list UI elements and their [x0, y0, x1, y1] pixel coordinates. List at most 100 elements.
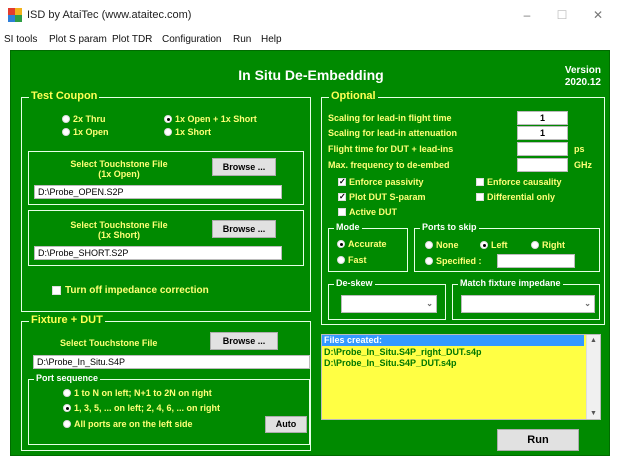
open-file-label: Select Touchstone File	[70, 159, 168, 169]
menu-plot-s-param[interactable]: Plot S param	[49, 34, 107, 45]
radio-dot-selected	[480, 241, 488, 249]
fixture-file-path[interactable]: D:\Probe_In_Situ.S4P	[33, 355, 310, 369]
enforce-causality-checkbox[interactable]: Enforce causality	[476, 177, 562, 187]
version-label: Version 2020.12	[565, 65, 601, 89]
radio-port-1-to-n[interactable]: 1 to N on left; N+1 to 2N on right	[63, 388, 212, 398]
max-freq-label: Max. frequency to de-embed	[328, 160, 450, 170]
open-file-path[interactable]: D:\Probe_OPEN.S2P	[34, 185, 282, 199]
menu-bar: SI tools Plot S param Plot TDR Configura…	[0, 30, 620, 50]
menu-help[interactable]: Help	[261, 34, 282, 45]
radio-dot	[63, 389, 71, 397]
enforce-passivity-checkbox[interactable]: Enforce passivity	[338, 177, 424, 187]
radio-dot-selected	[164, 115, 172, 123]
short-file-sublabel: (1x Short)	[97, 230, 140, 240]
short-file-path[interactable]: D:\Probe_SHORT.S2P	[34, 246, 282, 260]
flight-time-input[interactable]	[517, 142, 568, 156]
checkbox-box-checked	[338, 178, 346, 186]
deskew-value: None	[370, 299, 394, 309]
checkbox-box-checked	[338, 193, 346, 201]
minimize-button[interactable]: –	[512, 4, 542, 26]
fixture-dut-group: Fixture + DUT Select Touchstone File Bro…	[21, 314, 311, 451]
turn-off-impedance-checkbox[interactable]: Turn off impedance correction	[52, 285, 209, 296]
menu-configuration[interactable]: Configuration	[162, 34, 221, 45]
deskew-group: De-skew None ⌄	[328, 278, 446, 320]
scaling-flight-label: Scaling for lead-in flight time	[328, 113, 452, 123]
flight-time-label: Flight time for DUT + lead-ins	[328, 144, 454, 154]
ports-to-skip-group: Ports to skip None Left Right Specified …	[414, 222, 600, 272]
radio-1x-short[interactable]: 1x Short	[164, 127, 211, 137]
checkbox-box	[338, 208, 346, 216]
deskew-label: De-skew	[334, 278, 375, 288]
radio-mode-fast[interactable]: Fast	[337, 255, 367, 265]
fixture-file-label: Select Touchstone File	[60, 338, 158, 348]
browse-fixture-button[interactable]: Browse ...	[210, 332, 278, 350]
checkbox-box	[476, 193, 484, 201]
match-impedance-select[interactable]: DIFF + COMM + SE ⌄	[461, 295, 595, 313]
short-file-group: Select Touchstone File (1x Short) Browse…	[28, 210, 304, 266]
chevron-down-icon: ⌄	[426, 299, 433, 308]
radio-dot-selected	[63, 404, 71, 412]
radio-1x-open-1x-short[interactable]: 1x Open + 1x Short	[164, 114, 257, 124]
list-item[interactable]: D:\Probe_In_Situ.S4P_right_DUT.s4p	[324, 347, 482, 357]
menu-si-tools[interactable]: SI tools	[4, 34, 37, 45]
scroll-up-icon[interactable]: ▲	[590, 337, 597, 344]
radio-port-odd-even[interactable]: 1, 3, 5, ... on left; 2, 4, 6, ... on ri…	[63, 403, 220, 413]
scroll-down-icon[interactable]: ▼	[590, 410, 597, 417]
ports-skip-input[interactable]	[497, 254, 575, 268]
radio-mode-accurate[interactable]: Accurate	[337, 239, 387, 249]
menu-plot-tdr[interactable]: Plot TDR	[112, 34, 152, 45]
test-coupon-group: Test Coupon 2x Thru 1x Open + 1x Short 1…	[21, 90, 311, 312]
close-button[interactable]: ✕	[583, 4, 613, 26]
max-freq-input[interactable]	[517, 158, 568, 172]
radio-dot	[62, 115, 70, 123]
auto-button[interactable]: Auto	[265, 416, 307, 433]
window-title: ISD by AtaiTec (www.ataitec.com)	[27, 9, 192, 21]
run-button[interactable]: Run	[497, 429, 579, 451]
plot-dut-checkbox[interactable]: Plot DUT S-param	[338, 192, 426, 202]
scaling-flight-input[interactable]: 1	[517, 111, 568, 125]
list-item[interactable]: D:\Probe_In_Situ.S4P_DUT.s4p	[324, 358, 457, 368]
radio-2x-thru[interactable]: 2x Thru	[62, 114, 106, 124]
version-caption: Version	[564, 65, 601, 76]
scaling-atten-input[interactable]: 1	[517, 126, 568, 140]
app-title: In Situ De-Embedding	[238, 67, 384, 83]
title-bar: ISD by AtaiTec (www.ataitec.com) – ☐ ✕	[0, 0, 620, 30]
radio-1x-open[interactable]: 1x Open	[62, 127, 109, 137]
chevron-down-icon: ⌄	[584, 299, 591, 308]
max-freq-unit: GHz	[574, 160, 592, 170]
radio-dot	[425, 241, 433, 249]
radio-dot	[62, 128, 70, 136]
mode-label: Mode	[334, 222, 362, 232]
maximize-button[interactable]: ☐	[547, 4, 577, 26]
fixture-dut-label: Fixture + DUT	[29, 314, 105, 326]
radio-skip-specified[interactable]: Specified :	[425, 256, 482, 266]
radio-dot	[531, 241, 539, 249]
differential-only-checkbox[interactable]: Differential only	[476, 192, 555, 202]
radio-port-all-left[interactable]: All ports are on the left side	[63, 419, 193, 429]
browse-short-button[interactable]: Browse ...	[212, 220, 276, 238]
checkbox-box	[52, 286, 61, 295]
files-created-list[interactable]: Files created: D:\Probe_In_Situ.S4P_righ…	[321, 334, 601, 420]
radio-dot	[425, 257, 433, 265]
active-dut-checkbox[interactable]: Active DUT	[338, 207, 397, 217]
menu-run[interactable]: Run	[233, 34, 251, 45]
app-logo-icon	[8, 8, 22, 22]
port-sequence-group: Port sequence 1 to N on left; N+1 to 2N …	[28, 373, 310, 445]
match-impedance-value: DIFF + COMM + SE	[480, 299, 562, 309]
radio-skip-none[interactable]: None	[425, 240, 459, 250]
test-coupon-label: Test Coupon	[29, 90, 100, 102]
optional-group: Optional Scaling for lead-in flight time…	[321, 90, 605, 325]
flight-time-unit: ps	[574, 144, 585, 154]
radio-skip-left[interactable]: Left	[480, 240, 508, 250]
optional-label: Optional	[329, 90, 378, 102]
scaling-atten-label: Scaling for lead-in attenuation	[328, 128, 458, 138]
list-scrollbar[interactable]: ▲ ▼	[586, 335, 600, 419]
browse-open-button[interactable]: Browse ...	[212, 158, 276, 176]
deskew-select[interactable]: None ⌄	[341, 295, 437, 313]
files-header-row[interactable]: Files created:	[322, 335, 584, 346]
radio-dot	[164, 128, 172, 136]
match-impedance-group: Match fixture impedane DIFF + COMM + SE …	[452, 278, 600, 320]
radio-skip-right[interactable]: Right	[531, 240, 565, 250]
radio-dot	[337, 256, 345, 264]
ports-to-skip-label: Ports to skip	[420, 222, 479, 232]
